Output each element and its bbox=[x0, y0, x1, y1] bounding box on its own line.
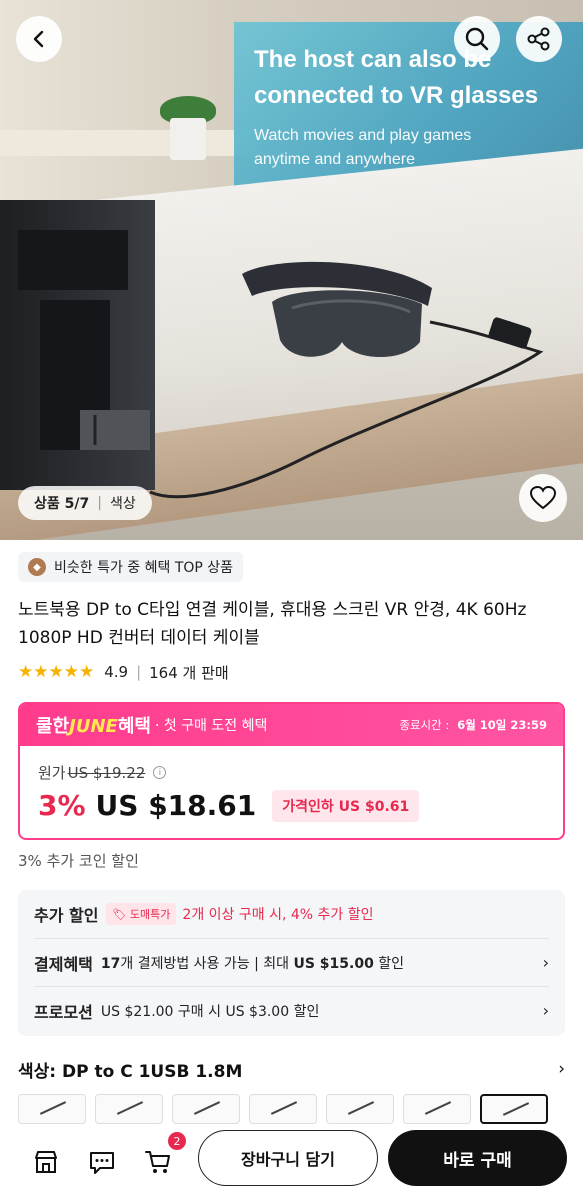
wholesale-tag: 🏷 도매특가 bbox=[106, 903, 177, 925]
color-option-row[interactable]: 색상: DP to C 1USB 1.8M › bbox=[18, 1055, 565, 1083]
original-price: US $19.22 bbox=[67, 763, 146, 782]
top-product-badge[interactable]: ◆ 비슷한 특가 중 혜택 TOP 상품 bbox=[18, 552, 244, 582]
color-swatch[interactable] bbox=[95, 1094, 163, 1124]
promo-end-time: 종료시간 : 6월 10일 23:59 bbox=[399, 717, 547, 733]
add-to-cart-button[interactable]: 장바구니 담기 bbox=[198, 1130, 378, 1186]
wishlist-button[interactable] bbox=[519, 474, 567, 522]
promotion-row[interactable]: 프로모션 US $21.00 구매 시 US $3.00 할인 › bbox=[34, 986, 549, 1034]
product-image-carousel[interactable]: The host can also be connected to VR gla… bbox=[0, 0, 583, 540]
color-swatch[interactable] bbox=[18, 1094, 86, 1124]
promo-end-label: 종료시간 : bbox=[399, 718, 450, 732]
hero-subtitle-line1: Watch movies and play games bbox=[254, 127, 472, 144]
buy-now-button[interactable]: 바로 구매 bbox=[388, 1130, 567, 1186]
top-product-badge-text: 비슷한 특가 중 혜택 TOP 상품 bbox=[54, 560, 234, 576]
promo-brand-prefix: 쿨한 bbox=[36, 716, 70, 737]
back-button[interactable] bbox=[16, 16, 62, 62]
cart-icon bbox=[145, 1151, 170, 1173]
promotion-text: US $21.00 구매 시 US $3.00 할인 bbox=[100, 1003, 320, 1020]
product-title: 노트북용 DP to C타입 연결 케이블, 휴대용 스크린 VR 안경, 4K… bbox=[18, 600, 527, 648]
payment-benefit-text-b: 할인 bbox=[373, 955, 405, 972]
star-rating-icon: ★★★★★ bbox=[18, 662, 95, 682]
store-icon bbox=[35, 1151, 57, 1173]
info-icon[interactable]: i bbox=[153, 766, 167, 779]
chevron-right-icon: › bbox=[558, 1059, 565, 1079]
image-counter-label: 상품 5/7 bbox=[34, 496, 90, 512]
color-swatch[interactable] bbox=[326, 1094, 394, 1124]
hero-headline-line2: connected to VR glasses bbox=[254, 82, 539, 109]
tag-icon: ◆ bbox=[28, 558, 46, 576]
hero-caption: The host can also be connected to VR gla… bbox=[254, 42, 538, 172]
bottom-action-bar: 2 장바구니 담기 바로 구매 bbox=[0, 1124, 583, 1200]
chevron-right-icon: › bbox=[542, 1001, 549, 1020]
payment-benefit-row[interactable]: 결제혜택 17개 결제방법 사용 가능 | 최대 US $15.00 할인 › bbox=[34, 938, 549, 986]
extra-discount-text: 2개 이상 구매 시, 4% 추가 할인 bbox=[182, 907, 374, 923]
image-counter-separator: | bbox=[97, 495, 102, 511]
promo-brand: 쿨한JUNE혜택 bbox=[36, 712, 151, 738]
search-button[interactable] bbox=[454, 16, 500, 62]
payment-benefit-text: 17개 결제방법 사용 가능 | 최대 US $15.00 할인 bbox=[101, 953, 404, 973]
color-swatch[interactable] bbox=[172, 1094, 240, 1124]
promo-price-box: 쿨한JUNE혜택 · 첫 구매 도전 혜택 종료시간 : 6월 10일 23:59… bbox=[18, 702, 565, 840]
cart-count-badge: 2 bbox=[168, 1132, 186, 1150]
payment-benefit-label: 결제혜택 bbox=[34, 954, 93, 974]
original-price-row: 원가 US $19.22 i bbox=[38, 762, 545, 783]
current-price: US $18.61 bbox=[95, 789, 257, 822]
rating-row[interactable]: ★★★★★ 4.9 | 164 개 판매 bbox=[18, 660, 229, 684]
share-button[interactable] bbox=[516, 16, 562, 62]
promo-body: 원가 US $19.22 i 3% US $18.61 가격인하 US $0.6… bbox=[20, 746, 563, 838]
store-button[interactable] bbox=[28, 1144, 64, 1180]
payment-benefit-text-a: 개 결제방법 사용 가능 | 최대 bbox=[120, 955, 294, 972]
color-swatch-selected[interactable] bbox=[480, 1094, 548, 1124]
promo-end-value: 6월 10일 23:59 bbox=[457, 718, 547, 732]
color-swatch[interactable] bbox=[403, 1094, 471, 1124]
rating-separator: | bbox=[136, 663, 142, 681]
extra-discount-row[interactable]: 추가 할인 🏷 도매특가 2개 이상 구매 시, 4% 추가 할인 bbox=[34, 890, 549, 938]
color-swatch-list bbox=[18, 1094, 583, 1124]
share-icon bbox=[527, 27, 550, 51]
selected-color-label: 색상: DP to C 1USB 1.8M bbox=[18, 1061, 243, 1082]
price-reduction-tag: 가격인하 US $0.61 bbox=[272, 789, 420, 822]
promo-brand-suffix: 혜택 bbox=[117, 716, 151, 737]
rating-value: 4.9 bbox=[104, 663, 129, 681]
payment-max-discount: US $15.00 bbox=[293, 955, 374, 972]
hero-subtitle-line2: anytime and anywhere bbox=[254, 151, 415, 168]
promo-brand-june: JUNE bbox=[69, 716, 118, 737]
wholesale-tag-text: 도매특가 bbox=[129, 908, 171, 921]
message-button[interactable] bbox=[84, 1144, 120, 1180]
image-counter[interactable]: 상품 5/7 | 색상 bbox=[18, 486, 152, 520]
extra-discount-label: 추가 할인 bbox=[34, 906, 99, 925]
cart-button[interactable] bbox=[140, 1144, 176, 1180]
search-icon bbox=[465, 27, 489, 51]
image-counter-color-tab[interactable]: 색상 bbox=[110, 493, 136, 513]
original-price-label: 원가 bbox=[38, 764, 66, 782]
price-row: 3% US $18.61 가격인하 US $0.61 bbox=[38, 789, 545, 822]
coin-discount-line: 3% 추가 코인 할인 bbox=[18, 852, 139, 870]
discount-percent: 3% bbox=[38, 789, 86, 822]
promo-header: 쿨한JUNE혜택 · 첫 구매 도전 혜택 종료시간 : 6월 10일 23:59 bbox=[20, 704, 563, 746]
promo-subtitle: · 첫 구매 도전 혜택 bbox=[154, 718, 268, 734]
sold-count: 164 개 판매 bbox=[149, 663, 229, 682]
payment-method-count: 17 bbox=[100, 955, 121, 972]
chevron-left-icon bbox=[33, 30, 44, 48]
message-icon bbox=[90, 1152, 114, 1174]
heart-icon bbox=[530, 486, 556, 510]
color-swatch[interactable] bbox=[249, 1094, 317, 1124]
promotion-label: 프로모션 bbox=[34, 1002, 93, 1022]
benefits-box: 추가 할인 🏷 도매특가 2개 이상 구매 시, 4% 추가 할인 결제혜택 1… bbox=[18, 890, 565, 1036]
chevron-right-icon: › bbox=[542, 953, 549, 972]
